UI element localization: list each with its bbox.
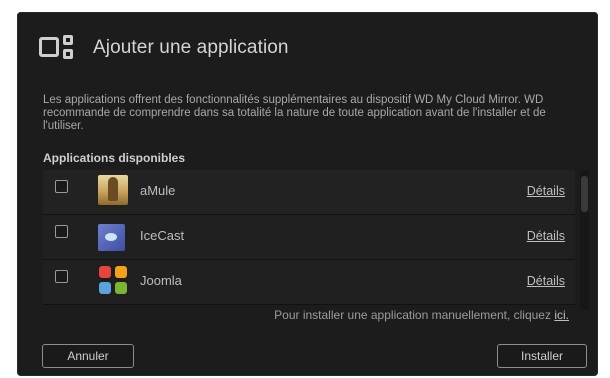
add-application-dialog: Ajouter une application Les applications…	[17, 12, 598, 376]
available-apps-label: Applications disponibles	[43, 151, 186, 165]
applications-icon	[39, 33, 77, 63]
app-checkbox-amule[interactable]	[55, 180, 68, 193]
list-item: IceCast Détails	[43, 215, 575, 260]
details-link-joomla[interactable]: Détails	[527, 274, 565, 288]
app-name: Joomla	[140, 273, 182, 288]
list-item: aMule Détails	[43, 170, 575, 215]
dialog-header: Ajouter une application	[39, 30, 289, 66]
amule-icon	[98, 175, 128, 205]
details-link-amule[interactable]: Détails	[527, 184, 565, 198]
joomla-icon	[98, 265, 128, 295]
install-button[interactable]: Installer	[497, 344, 587, 368]
dialog-title: Ajouter une application	[93, 37, 289, 58]
scrollbar-thumb[interactable]	[581, 176, 588, 212]
app-list: aMule Détails IceCast Détails Joomla Dét…	[43, 170, 575, 310]
app-name: IceCast	[140, 228, 185, 243]
cancel-button[interactable]: Annuler	[42, 344, 134, 368]
app-checkbox-icecast[interactable]	[55, 225, 68, 238]
dialog-description: Les applications offrent des fonctionnal…	[43, 94, 546, 132]
app-checkbox-joomla[interactable]	[55, 270, 68, 283]
app-name: aMule	[140, 183, 176, 198]
icecast-icon	[98, 224, 125, 251]
manual-install-note: Pour installer une application manuellem…	[43, 308, 569, 322]
app-list-scrollbar[interactable]	[580, 170, 589, 310]
details-link-icecast[interactable]: Détails	[527, 229, 565, 243]
list-item: Joomla Détails	[43, 260, 575, 305]
manual-install-text: Pour installer une application manuellem…	[274, 308, 551, 322]
manual-install-link[interactable]: ici.	[554, 308, 569, 322]
